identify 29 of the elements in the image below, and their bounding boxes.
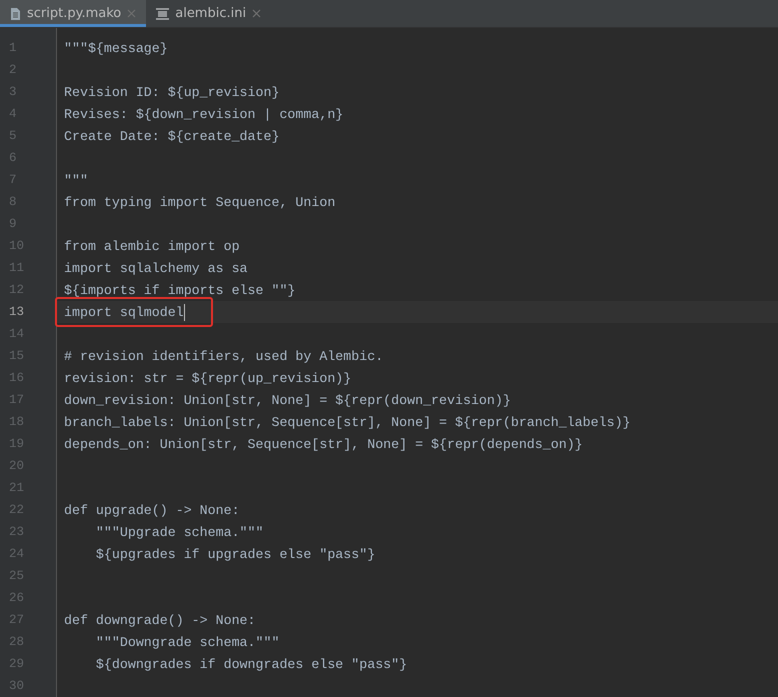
code-line: Create Date: ${create_date}	[64, 128, 280, 144]
text-cursor	[184, 304, 185, 320]
code-line: down_revision: Union[str, None] = ${repr(down_revision)}	[64, 392, 511, 408]
file-icon	[10, 6, 21, 20]
code-line: """	[64, 172, 88, 188]
code-line: branch_labels: Union[str, Sequence[str], None] = ${repr(branch_labels)}	[64, 414, 631, 430]
code-line: def upgrade() -> None:	[64, 502, 240, 518]
code-line: def downgrade() -> None:	[64, 612, 256, 628]
code-line: """Upgrade schema."""	[94, 524, 264, 540]
code-line: # revision identifiers, used by Alembic.	[64, 348, 384, 364]
close-icon[interactable]	[127, 9, 136, 18]
code-line: from alembic import op	[64, 238, 240, 254]
editor-tab[interactable]: script.py.mako	[0, 0, 146, 27]
code-line: depends_on: Union[str, Sequence[str], None] = ${repr(depends_on)}	[64, 436, 583, 452]
code-line: """${message}	[64, 40, 168, 56]
code-line: import sqlalchemy as sa	[64, 260, 248, 276]
line-number: 13	[8, 304, 26, 321]
code-line: from typing import Sequence, Union	[64, 194, 336, 210]
list-icon	[156, 8, 170, 20]
code-line: revision: str = ${repr(up_revision)}	[64, 370, 352, 386]
code-line: Revision ID: ${up_revision}	[64, 84, 280, 100]
editor-tab[interactable]: alembic.ini	[146, 0, 272, 27]
code-line: """Downgrade schema."""	[94, 634, 280, 650]
code-line: ${downgrades if downgrades else "pass"}	[94, 656, 408, 672]
code-line: ${upgrades if upgrades else "pass"}	[94, 546, 376, 562]
code-line: import sqlmodel	[64, 304, 185, 320]
code-line: ${imports if imports else ""}	[64, 282, 296, 298]
code-line: Revises: ${down_revision | comma,n}	[64, 106, 344, 122]
close-icon[interactable]	[252, 9, 262, 18]
